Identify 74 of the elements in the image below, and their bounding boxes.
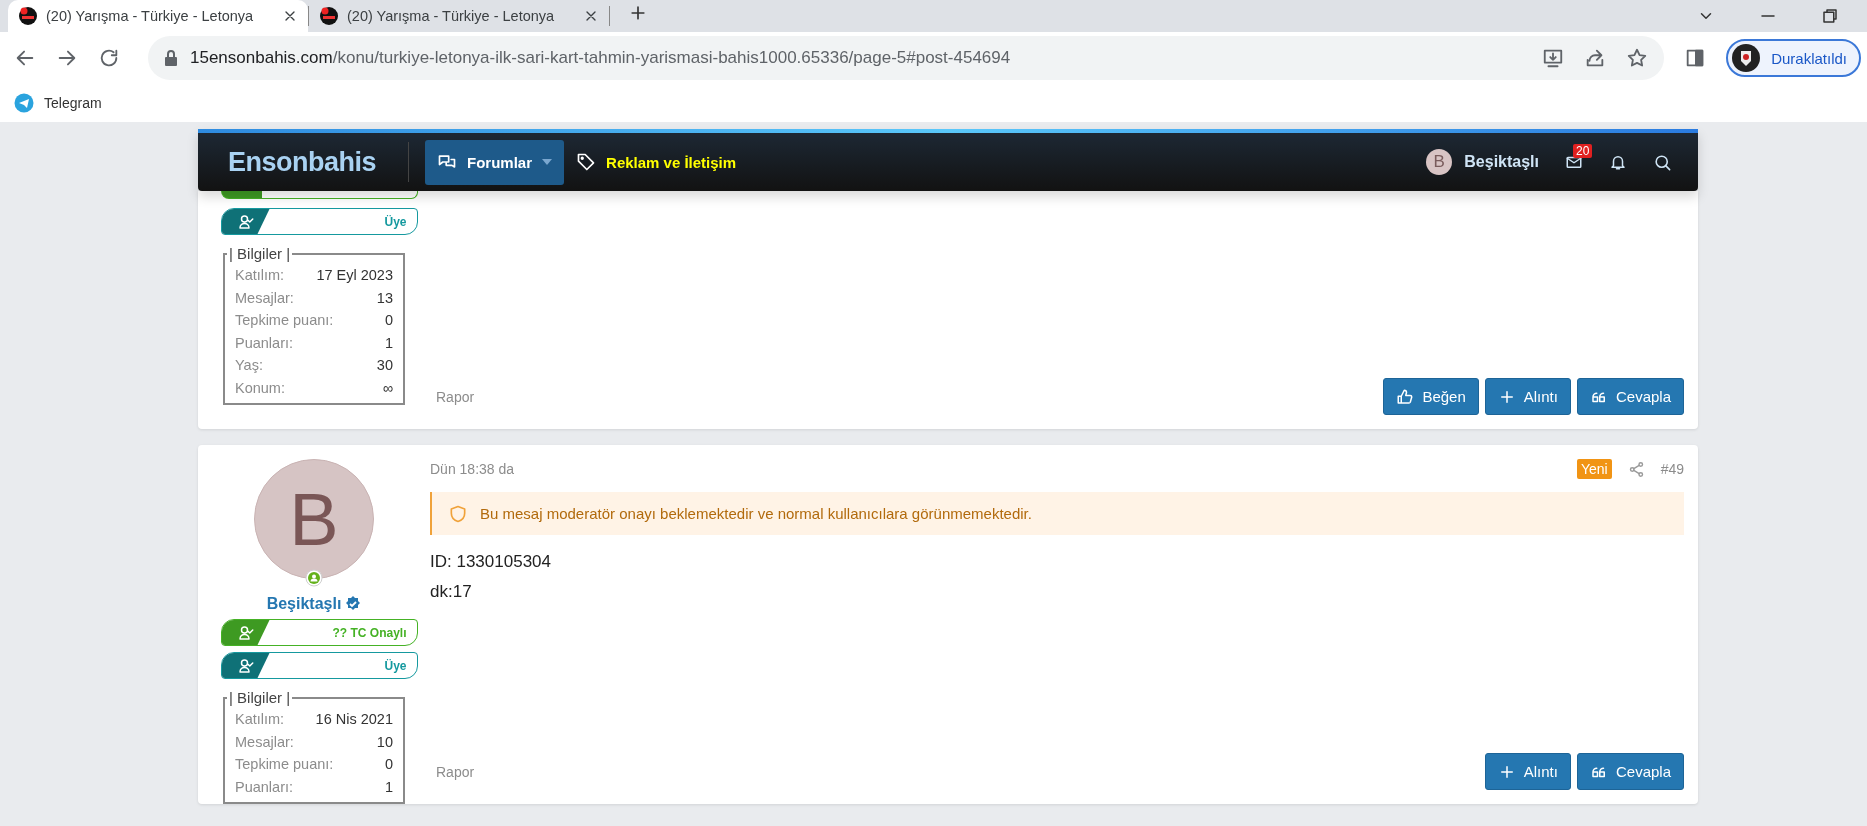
quote-button[interactable]: Alıntı bbox=[1484, 378, 1571, 415]
notification-badge: 20 bbox=[1573, 144, 1593, 158]
star-icon[interactable] bbox=[1626, 47, 1649, 69]
info-value: 0 bbox=[384, 311, 393, 330]
user-check-icon bbox=[236, 623, 255, 642]
info-label: Mesajlar: bbox=[235, 732, 294, 752]
info-label: Tepkime puanı: bbox=[235, 311, 334, 330]
install-icon[interactable] bbox=[1542, 47, 1565, 69]
like-button[interactable]: Beğen bbox=[1383, 378, 1479, 415]
user-menu[interactable]: B Beşiktaşlı bbox=[1426, 149, 1539, 175]
caret-icon bbox=[542, 159, 553, 165]
user-avatar[interactable]: B bbox=[254, 459, 374, 579]
user-check-icon bbox=[236, 656, 255, 675]
nav-tab[interactable]: Forumlar bbox=[425, 139, 565, 185]
post-number-link[interactable]: #49 bbox=[1660, 461, 1684, 477]
quote-button[interactable]: Alıntı bbox=[1484, 753, 1571, 790]
browser-tab[interactable]: (20) Yarışma - Türkiye - Letonya bbox=[8, 0, 308, 32]
paper-plane-icon bbox=[14, 93, 34, 113]
bookmark-link[interactable]: Telegram bbox=[14, 93, 102, 113]
user-name-link[interactable]: Beşiktaşlı bbox=[266, 595, 342, 613]
notice-text: Bu mesaj moderatör onayı beklemektedir ve normal kullanıcılara görünmemektedir. bbox=[480, 505, 1032, 522]
shield-icon bbox=[448, 503, 468, 524]
user-title-banner: ?? TC Onaylı bbox=[220, 619, 418, 646]
info-value: ∞ bbox=[382, 378, 393, 398]
user-title-banner: Üye bbox=[220, 652, 418, 679]
tab-title: (20) Yarışma - Türkiye - Letonya bbox=[46, 8, 255, 24]
post-text: ID: 1330105304 bbox=[430, 551, 552, 573]
report-link[interactable]: Rapor bbox=[436, 388, 475, 405]
reload-icon[interactable] bbox=[98, 47, 120, 69]
site-favicon-icon bbox=[319, 6, 339, 26]
info-label: Puanları: bbox=[235, 777, 294, 797]
user-title-banner: Üye bbox=[220, 208, 418, 235]
info-label: Konum: bbox=[235, 378, 285, 398]
info-panel-title: | Bilgiler | bbox=[228, 245, 292, 262]
info-value: 1 bbox=[384, 777, 393, 797]
info-label: Tepkime puanı: bbox=[235, 755, 334, 774]
site-logo[interactable]: Ensonbahis bbox=[198, 146, 409, 178]
info-label: Mesajlar: bbox=[235, 288, 294, 308]
info-label: Yaş: bbox=[235, 356, 263, 375]
url-text: 15ensonbahis.com/konu/turkiye-letonya-ilk-sari-kart-tahmin-yarismasi-bahis1000.65336/page-5#post-454694 bbox=[190, 48, 1012, 68]
browser-tab[interactable]: (20) Yarışma - Türkiye - Letonya bbox=[309, 0, 609, 32]
user-check-icon bbox=[236, 212, 255, 231]
bell-icon[interactable] bbox=[1609, 153, 1627, 171]
profile-button[interactable]: Duraklatıldı bbox=[1726, 39, 1861, 77]
info-value: 13 bbox=[376, 288, 393, 308]
profile-avatar-icon bbox=[1731, 43, 1762, 73]
info-value: 17 Eyl 2023 bbox=[316, 266, 393, 285]
reply-button[interactable]: Cevapla bbox=[1576, 753, 1684, 790]
tab-title: (20) Yarışma - Türkiye - Letonya bbox=[347, 8, 556, 24]
info-label: Katılım: bbox=[235, 710, 285, 729]
user-avatar: B bbox=[1426, 149, 1453, 175]
info-value: 16 Nis 2021 bbox=[315, 710, 393, 729]
info-value: 0 bbox=[384, 755, 393, 774]
user-name: Beşiktaşlı bbox=[1464, 153, 1539, 171]
new-label: Yeni bbox=[1576, 459, 1612, 479]
post-text: dk:17 bbox=[430, 581, 473, 603]
info-value: 1 bbox=[384, 333, 393, 353]
report-link[interactable]: Rapor bbox=[436, 763, 475, 780]
reply-button[interactable]: Cevapla bbox=[1576, 378, 1684, 415]
share-icon[interactable] bbox=[1627, 460, 1645, 478]
tag-icon bbox=[576, 152, 597, 172]
nav-tab[interactable]: Reklam ve İletişim bbox=[564, 139, 749, 185]
info-panel-title: | Bilgiler | bbox=[228, 689, 292, 706]
search-icon[interactable] bbox=[1653, 152, 1672, 172]
thumbs-up-icon bbox=[1396, 387, 1415, 406]
site-favicon-icon bbox=[18, 6, 38, 26]
info-value: 10 bbox=[376, 732, 393, 752]
post-date[interactable]: Dün 18:38 da bbox=[430, 461, 515, 477]
address-bar[interactable]: 15ensonbahis.com/konu/turkiye-letonya-ilk-sari-kart-tahmin-yarismasi-bahis1000.65336/page-5#post-454694 bbox=[148, 36, 1665, 80]
info-label: Katılım: bbox=[235, 266, 285, 285]
info-value: 30 bbox=[376, 356, 393, 375]
info-label: Puanları: bbox=[235, 333, 294, 353]
lock-icon bbox=[164, 50, 178, 66]
restore-icon[interactable] bbox=[1821, 7, 1839, 25]
